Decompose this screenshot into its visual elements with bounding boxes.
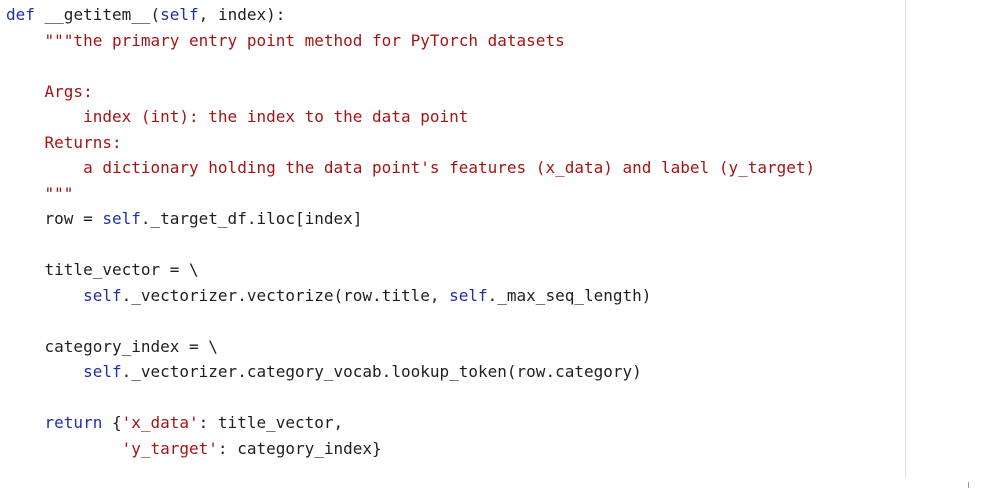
code-line[interactable] (6, 385, 815, 411)
code-token: self (449, 285, 488, 305)
code-token: 'y_target' (121, 438, 218, 458)
code-token: { (102, 413, 122, 432)
code-line[interactable]: Returns: (6, 130, 815, 156)
margin-ruler (905, 0, 906, 478)
code-token: index (int): the index to the data point (6, 107, 469, 126)
code-line[interactable]: category_index = \ (6, 334, 815, 360)
text-cursor (968, 482, 969, 488)
code-token: self (160, 5, 199, 24)
code-token: __getitem__( (34, 5, 161, 24)
code-token: Args: (6, 81, 93, 101)
code-token: ._vectorizer.vectorize(row.title, (121, 285, 450, 305)
code-line[interactable]: self._vectorizer.vectorize(row.title, se… (6, 283, 815, 309)
code-block[interactable]: def __getitem__(self, index): """the pri… (6, 2, 815, 461)
code-line[interactable] (6, 308, 815, 334)
code-token: a dictionary holding the data point's fe… (6, 158, 816, 177)
code-token: : title_vector, (198, 413, 344, 432)
code-line[interactable]: self._vectorizer.category_vocab.lookup_t… (6, 359, 815, 385)
code-token: def (6, 5, 35, 24)
code-editor[interactable]: def __getitem__(self, index): """the pri… (0, 0, 1004, 488)
code-token: self (83, 362, 122, 381)
code-token: , index): (198, 5, 286, 24)
code-line[interactable]: """the primary entry point method for Py… (6, 28, 815, 54)
code-line[interactable]: Args: (6, 79, 815, 105)
code-token: self (102, 209, 141, 228)
code-line[interactable]: """ (6, 181, 815, 207)
code-line[interactable]: index (int): the index to the data point (6, 104, 815, 130)
code-token: 'x_data' (121, 413, 199, 432)
code-token: """ (6, 183, 74, 203)
code-token: self (83, 285, 122, 305)
code-token: : category_index} (217, 438, 382, 458)
code-line[interactable]: def __getitem__(self, index): (6, 2, 815, 28)
code-token: ._vectorizer.category_vocab.lookup_token… (121, 362, 642, 381)
code-token: """the primary entry point method for Py… (6, 30, 565, 50)
code-line[interactable]: title_vector = \ (6, 257, 815, 283)
code-token: ._target_df.iloc[index] (140, 209, 363, 228)
code-token: category_index = \ (6, 336, 218, 356)
code-line[interactable] (6, 53, 815, 79)
code-line[interactable]: row = self._target_df.iloc[index] (6, 206, 815, 232)
code-line[interactable]: return {'x_data': title_vector, (6, 410, 815, 436)
code-line[interactable]: a dictionary holding the data point's fe… (6, 155, 815, 181)
code-line[interactable]: 'y_target': category_index} (6, 436, 815, 462)
code-token: ._max_seq_length) (487, 285, 652, 305)
code-token: title_vector = \ (6, 260, 199, 279)
code-token: row = (6, 209, 103, 228)
code-line[interactable] (6, 232, 815, 258)
code-token: return (44, 413, 103, 432)
code-token: Returns: (6, 132, 122, 152)
